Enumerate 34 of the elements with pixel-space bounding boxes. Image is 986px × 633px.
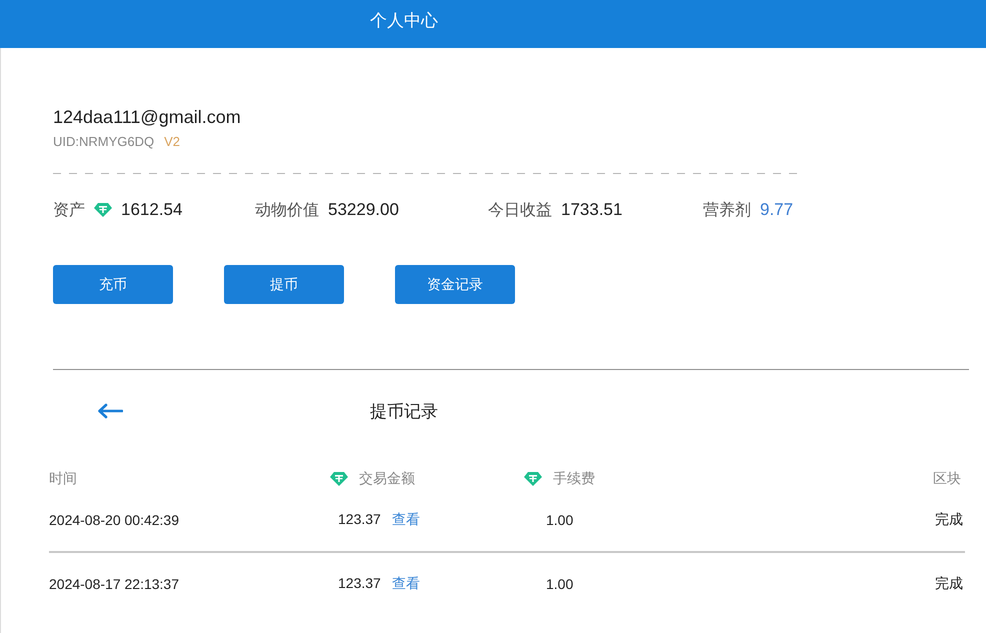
fee-value: 1.00 bbox=[546, 512, 574, 528]
action-button[interactable]: 资金记录 bbox=[395, 265, 515, 304]
time-value: 2024-08-17 22:13:37 bbox=[49, 576, 179, 592]
column-header: 手续费 bbox=[553, 470, 595, 488]
stat-label: 今日收益 bbox=[488, 200, 552, 220]
time-value: 2024-08-20 00:42:39 bbox=[49, 512, 179, 528]
user-id: UID:NRMYG6DQ bbox=[53, 133, 154, 151]
page-title: 个人中心 bbox=[370, 10, 438, 32]
amount-value: 123.37 bbox=[338, 511, 381, 529]
gem-icon bbox=[524, 472, 542, 486]
account-email: 124daa111@gmail.com bbox=[53, 106, 241, 129]
level-label: V2 bbox=[164, 133, 180, 151]
view-link[interactable]: 查看 bbox=[392, 511, 420, 529]
fee-value: 1.00 bbox=[546, 576, 574, 592]
column-header: 交易金额 bbox=[359, 470, 415, 488]
stat-value: 53229.00 bbox=[328, 200, 399, 220]
stat-value: 9.77 bbox=[760, 200, 794, 220]
stat-value: 1733.51 bbox=[561, 200, 622, 220]
status-value: 完成 bbox=[935, 511, 963, 529]
gem-icon bbox=[94, 203, 112, 217]
gem-icon bbox=[330, 472, 348, 486]
section-title: 提币记录 bbox=[370, 400, 438, 422]
view-link[interactable]: 查看 bbox=[392, 575, 420, 593]
action-button[interactable]: 充币 bbox=[53, 265, 173, 304]
amount-value: 123.37 bbox=[338, 575, 381, 593]
column-header: 区块 bbox=[933, 470, 961, 488]
stat-label: 营养剂 bbox=[703, 200, 751, 220]
stat-value: 1612.54 bbox=[121, 200, 182, 220]
stat-label: 动物价值 bbox=[255, 200, 319, 220]
stat-label: 资产 bbox=[53, 200, 85, 220]
back-arrow-icon[interactable] bbox=[97, 403, 123, 419]
column-header: 时间 bbox=[49, 470, 77, 488]
status-value: 完成 bbox=[935, 575, 963, 593]
action-button[interactable]: 提币 bbox=[224, 265, 344, 304]
